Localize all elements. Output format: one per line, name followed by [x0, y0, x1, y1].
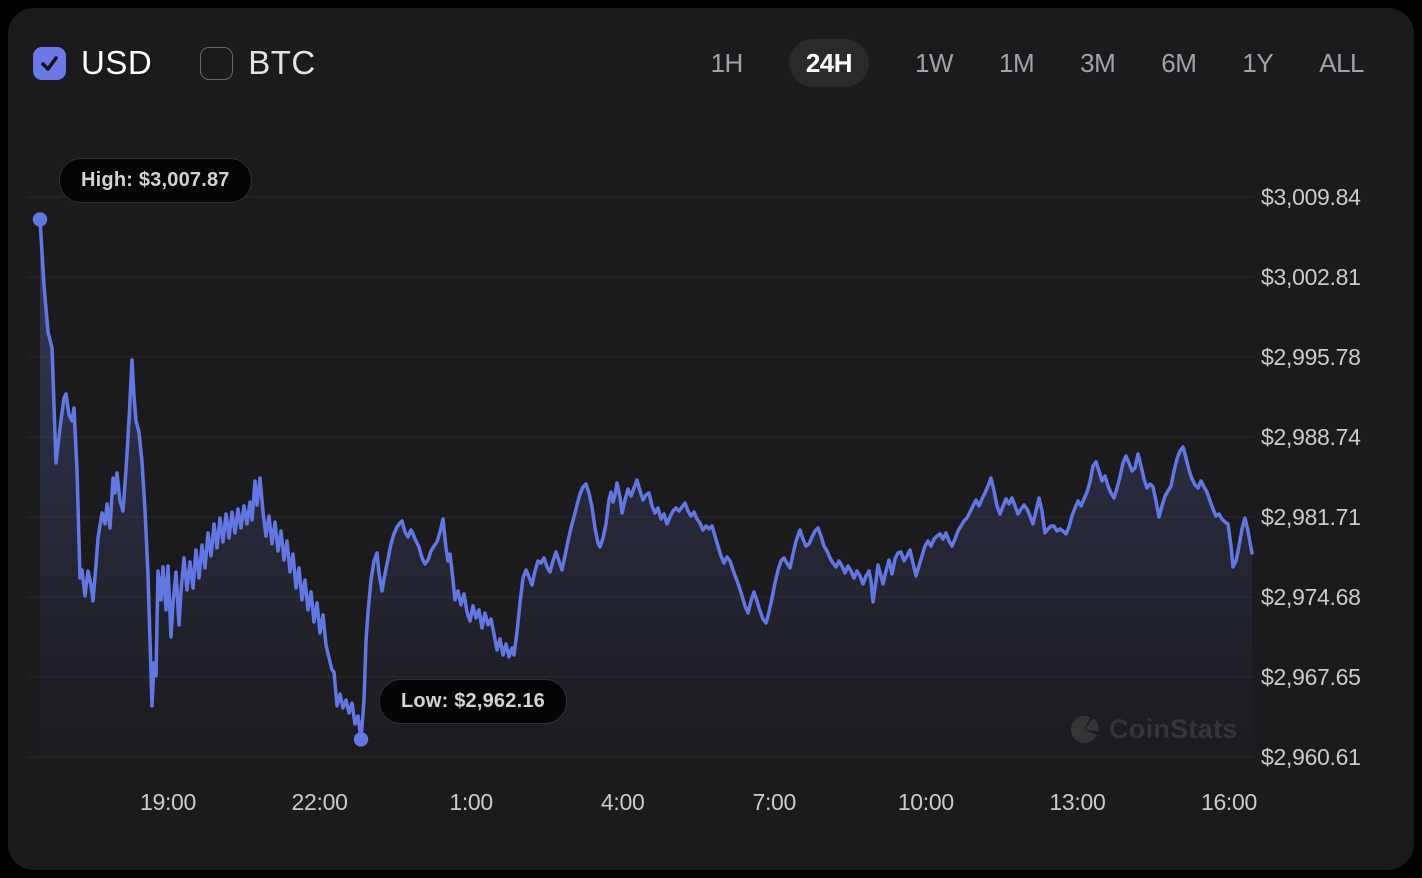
coinstats-logo-icon [1069, 714, 1100, 745]
btc-toggle[interactable]: BTC [200, 44, 316, 82]
high-point-marker [33, 212, 47, 226]
btc-label: BTC [248, 44, 316, 82]
currency-toggles: USD BTC [33, 44, 316, 82]
btc-checkbox[interactable] [200, 47, 233, 80]
low-tooltip: Low: $2,962.16 [379, 679, 567, 724]
range-button-3m[interactable]: 3M [1080, 50, 1115, 76]
range-button-1h[interactable]: 1H [711, 50, 743, 76]
range-button-6m[interactable]: 6M [1161, 50, 1196, 76]
watermark-text: CoinStats [1109, 714, 1238, 745]
usd-label: USD [81, 44, 152, 82]
high-tooltip-text: High: $3,007.87 [81, 169, 230, 191]
range-button-1m[interactable]: 1M [999, 50, 1034, 76]
low-tooltip-text: Low: $2,962.16 [401, 690, 545, 712]
range-button-all[interactable]: ALL [1319, 50, 1364, 76]
coinstats-watermark: CoinStats [1069, 714, 1238, 745]
check-icon [39, 53, 60, 74]
usd-checkbox[interactable] [33, 47, 66, 80]
high-tooltip: High: $3,007.87 [59, 158, 252, 203]
usd-toggle[interactable]: USD [33, 44, 152, 82]
range-button-1y[interactable]: 1Y [1242, 50, 1273, 76]
range-button-24h[interactable]: 24H [789, 39, 869, 87]
time-range-selector: 1H 24H 1W 1M 3M 6M 1Y ALL [711, 39, 1364, 87]
low-point-marker [354, 732, 368, 746]
range-button-1w[interactable]: 1W [915, 50, 953, 76]
price-chart[interactable] [0, 0, 1422, 878]
